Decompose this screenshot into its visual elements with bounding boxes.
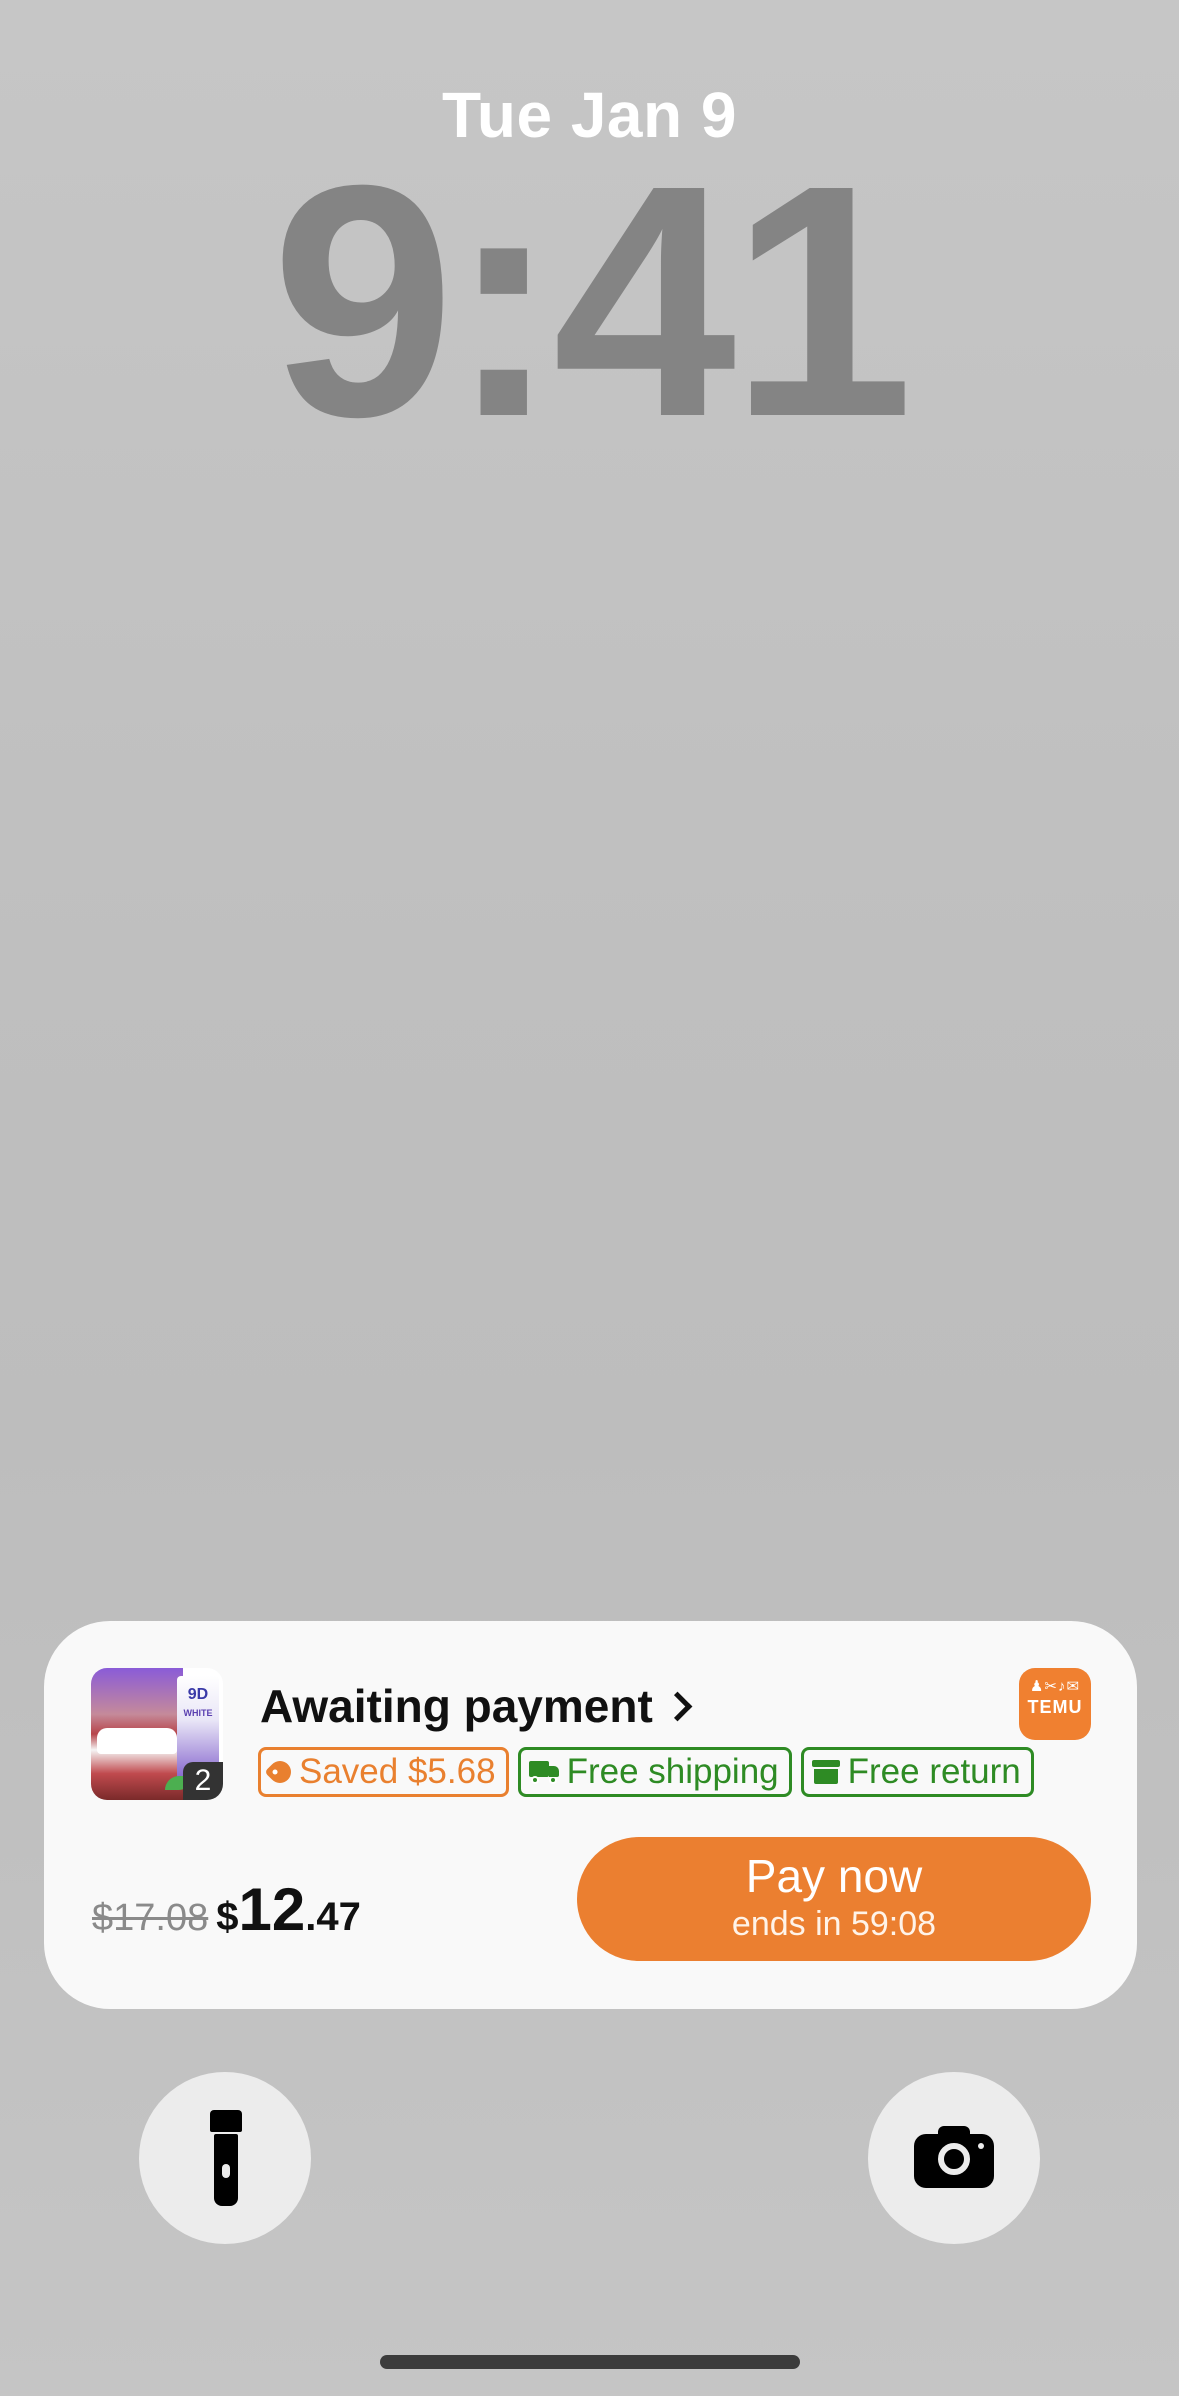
saved-chip-label: Saved $5.68 bbox=[299, 1752, 496, 1791]
free-shipping-chip: Free shipping bbox=[517, 1747, 792, 1797]
app-name: TEMU bbox=[1027, 1697, 1083, 1717]
free-shipping-chip-label: Free shipping bbox=[566, 1752, 779, 1791]
temu-notification-card[interactable]: 9D WHITE 2 Awaiting payment ♟✂♪✉ TEMU Sa… bbox=[44, 1621, 1137, 2009]
product-label: 9D bbox=[187, 1686, 209, 1703]
item-count-badge: 2 bbox=[183, 1762, 223, 1800]
benefit-chips: Saved $5.68 Free shipping Free return bbox=[258, 1747, 1034, 1797]
product-sub-label: WHITE bbox=[183, 1708, 213, 1718]
temu-logo-icon: ♟✂♪✉ TEMU bbox=[1019, 1668, 1091, 1740]
free-return-chip-label: Free return bbox=[847, 1752, 1021, 1791]
pay-now-button[interactable]: Pay now ends in 59:08 bbox=[577, 1837, 1091, 1961]
flashlight-icon bbox=[210, 2110, 242, 2206]
truck-icon bbox=[528, 1761, 559, 1784]
lockscreen-time: 9:41 bbox=[271, 116, 913, 485]
product-thumbnail[interactable]: 9D WHITE 2 bbox=[91, 1668, 223, 1800]
notification-title-link[interactable]: Awaiting payment bbox=[260, 1679, 693, 1733]
camera-icon bbox=[914, 2126, 994, 2188]
flashlight-button[interactable] bbox=[139, 2072, 311, 2244]
notification-title: Awaiting payment bbox=[260, 1680, 653, 1732]
camera-button[interactable] bbox=[868, 2072, 1040, 2244]
price-row: $17.08 $12.47 bbox=[92, 1875, 361, 1944]
current-price: $12.47 bbox=[216, 1876, 361, 1943]
free-return-chip: Free return bbox=[800, 1747, 1034, 1797]
home-indicator[interactable] bbox=[380, 2355, 800, 2369]
saved-chip: Saved $5.68 bbox=[258, 1747, 509, 1797]
tag-icon bbox=[264, 1756, 296, 1788]
original-price: $17.08 bbox=[92, 1897, 209, 1939]
pay-countdown: ends in 59:08 bbox=[731, 1905, 937, 1943]
pay-now-label: Pay now bbox=[745, 1850, 923, 1902]
chevron-right-icon bbox=[662, 1691, 693, 1721]
return-box-icon bbox=[811, 1760, 840, 1784]
